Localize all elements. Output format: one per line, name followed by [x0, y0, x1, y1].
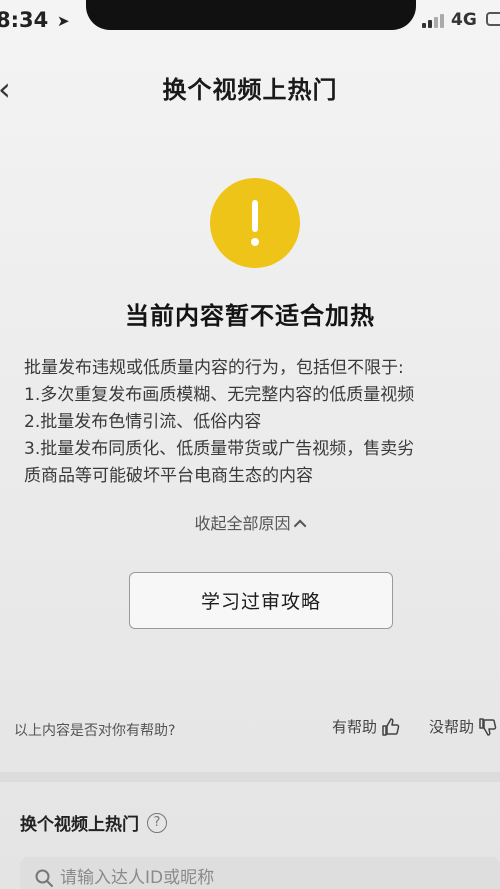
chevron-up-icon — [293, 519, 306, 533]
reason-line: 批量发布违规或低质量内容的行为，包括但不限于: — [24, 358, 404, 378]
not-helpful-label: 没帮助 — [429, 718, 475, 736]
reason-line: 2.批量发布色情引流、低俗内容 — [24, 412, 262, 432]
not-helpful-button[interactable]: 没帮助 — [429, 716, 498, 737]
thumbs-down-icon — [479, 717, 497, 736]
warning-icon — [210, 178, 300, 268]
location-arrow-icon: ➤ — [57, 12, 70, 30]
reason-line: 1.多次重复发布画质模糊、无完整内容的低质量视频 — [24, 385, 415, 405]
reason-list: 批量发布违规或低质量内容的行为，包括但不限于: 1.多次重复发布画质模糊、无完整… — [24, 355, 494, 490]
feedback-question: 以上内容是否对你有帮助? — [14, 723, 176, 739]
screen: 8:34 ➤ 4G ‹ 换个视频上热门 当前内容暂不适合加热 批量发布违规或低质… — [0, 0, 500, 889]
status-time: 8:34 — [0, 8, 49, 32]
notch — [86, 0, 416, 30]
reason-line: 质商品等可能破坏平台电商生态的内容 — [24, 466, 313, 486]
helpful-label: 有帮助 — [332, 718, 378, 736]
feedback-row: 以上内容是否对你有帮助? 有帮助 没帮助 — [14, 712, 500, 742]
section-title: 换个视频上热门 ? — [20, 810, 167, 835]
notice-headline: 当前内容暂不适合加热 — [125, 302, 375, 330]
page-title: 换个视频上热门 — [162, 76, 338, 104]
reason-line: 3.批量发布同质化、低质量带货或广告视频，售卖劣 — [24, 439, 415, 459]
search-input[interactable] — [60, 865, 480, 889]
battery-icon — [486, 12, 500, 26]
signal-icon — [422, 14, 446, 28]
help-question-icon[interactable]: ? — [147, 812, 167, 833]
collapse-label: 收起全部原因 — [194, 514, 291, 533]
search-icon — [35, 869, 53, 887]
study-guide-button[interactable]: 学习过审攻略 — [129, 572, 393, 629]
section-title-text: 换个视频上热门 — [20, 815, 139, 835]
collapse-reasons-link[interactable]: 收起全部原因 — [0, 510, 500, 534]
thumbs-up-icon — [382, 717, 400, 736]
status-bar: 8:34 ➤ 4G — [0, 0, 500, 42]
helpful-button[interactable]: 有帮助 — [332, 716, 401, 737]
network-type: 4G — [451, 10, 477, 30]
search-box[interactable] — [20, 857, 500, 889]
section-divider — [0, 772, 500, 782]
